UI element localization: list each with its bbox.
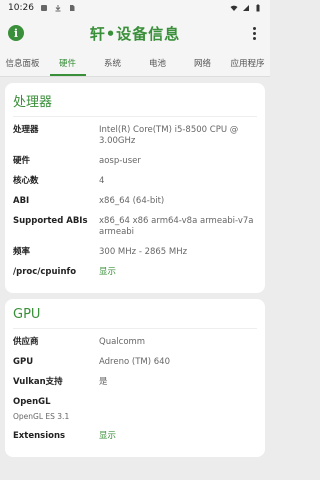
row-label: 频率 <box>13 247 31 257</box>
row-value: 是 <box>99 377 108 387</box>
battery-icon <box>256 4 260 12</box>
notification-icon <box>40 5 47 11</box>
gpu-title: GPU <box>13 307 257 329</box>
cpuinfo-show-link[interactable]: 显示 <box>99 267 257 278</box>
tab-bar: 信息面板 硬件 系统 电池 网络 应用程序 <box>0 50 270 77</box>
info-row: Supported ABIs x86_64 x86 arm64-v8a arme… <box>13 216 257 238</box>
row-value: Qualcomm <box>99 337 146 347</box>
row-label: 核心数 <box>13 176 39 186</box>
tab-battery[interactable]: 电池 <box>135 50 180 76</box>
tab-hardware[interactable]: 硬件 <box>45 50 90 76</box>
row-label: Vulkan支持 <box>13 377 63 387</box>
status-time: 10:26 <box>8 3 34 13</box>
sd-card-icon <box>69 5 75 11</box>
gpu-card: GPU 供应商 Qualcomm GPU Adreno (TM) 640 Vul… <box>5 299 265 457</box>
info-row: 硬件 aosp-user <box>13 156 257 167</box>
row-label: /proc/cpuinfo <box>13 267 77 277</box>
row-value: Intel(R) Core(TM) i5-8500 CPU @ 3.00GHz <box>99 125 239 146</box>
row-value: OpenGL ES 3.1 <box>13 412 70 421</box>
row-label: OpenGL <box>13 397 51 407</box>
row-label: 处理器 <box>13 125 39 135</box>
info-row: Vulkan支持 是 <box>13 377 257 388</box>
app-title: 轩•设备信息 <box>89 24 181 43</box>
info-row: 频率 300 MHz - 2865 MHz <box>13 247 257 258</box>
row-value: 300 MHz - 2865 MHz <box>99 247 188 257</box>
row-label: Extensions <box>13 431 66 441</box>
row-value: Adreno (TM) 640 <box>99 357 170 367</box>
processor-title: 处理器 <box>13 91 257 117</box>
processor-card: 处理器 处理器 Intel(R) Core(TM) i5-8500 CPU @ … <box>5 83 265 293</box>
info-row: Extensions 显示 <box>13 431 257 442</box>
content: 处理器 处理器 Intel(R) Core(TM) i5-8500 CPU @ … <box>0 77 270 457</box>
row-value: aosp-user <box>99 156 141 166</box>
signal-icon <box>243 5 249 11</box>
info-row: 核心数 4 <box>13 176 257 187</box>
row-label: 供应商 <box>13 337 39 347</box>
status-bar: 10:26 <box>0 0 270 16</box>
wifi-icon <box>230 5 238 11</box>
more-options-icon[interactable] <box>246 25 262 41</box>
info-row: /proc/cpuinfo 显示 <box>13 267 257 278</box>
download-icon <box>55 5 61 12</box>
info-icon[interactable]: i <box>8 25 24 41</box>
row-label: 硬件 <box>13 156 31 166</box>
info-row: 供应商 Qualcomm <box>13 337 257 348</box>
row-value: x86_64 (64-bit) <box>99 196 165 206</box>
info-row: GPU Adreno (TM) 640 <box>13 357 257 368</box>
info-row: OpenGL OpenGL ES 3.1 <box>13 397 257 422</box>
tab-system[interactable]: 系统 <box>90 50 135 76</box>
tab-dashboard[interactable]: 信息面板 <box>0 50 45 76</box>
extensions-show-link[interactable]: 显示 <box>99 431 257 442</box>
tab-apps[interactable]: 应用程序 <box>225 50 270 76</box>
info-row: ABI x86_64 (64-bit) <box>13 196 257 207</box>
row-label: Supported ABIs <box>13 216 88 226</box>
app-bar: i 轩•设备信息 <box>0 16 270 50</box>
info-row: 处理器 Intel(R) Core(TM) i5-8500 CPU @ 3.00… <box>13 125 257 147</box>
row-value: x86_64 x86 arm64-v8a armeabi-v7a armeabi <box>99 216 254 237</box>
tab-network[interactable]: 网络 <box>180 50 225 76</box>
row-label: ABI <box>13 196 30 206</box>
row-label: GPU <box>13 357 34 367</box>
row-value: 4 <box>99 176 105 186</box>
